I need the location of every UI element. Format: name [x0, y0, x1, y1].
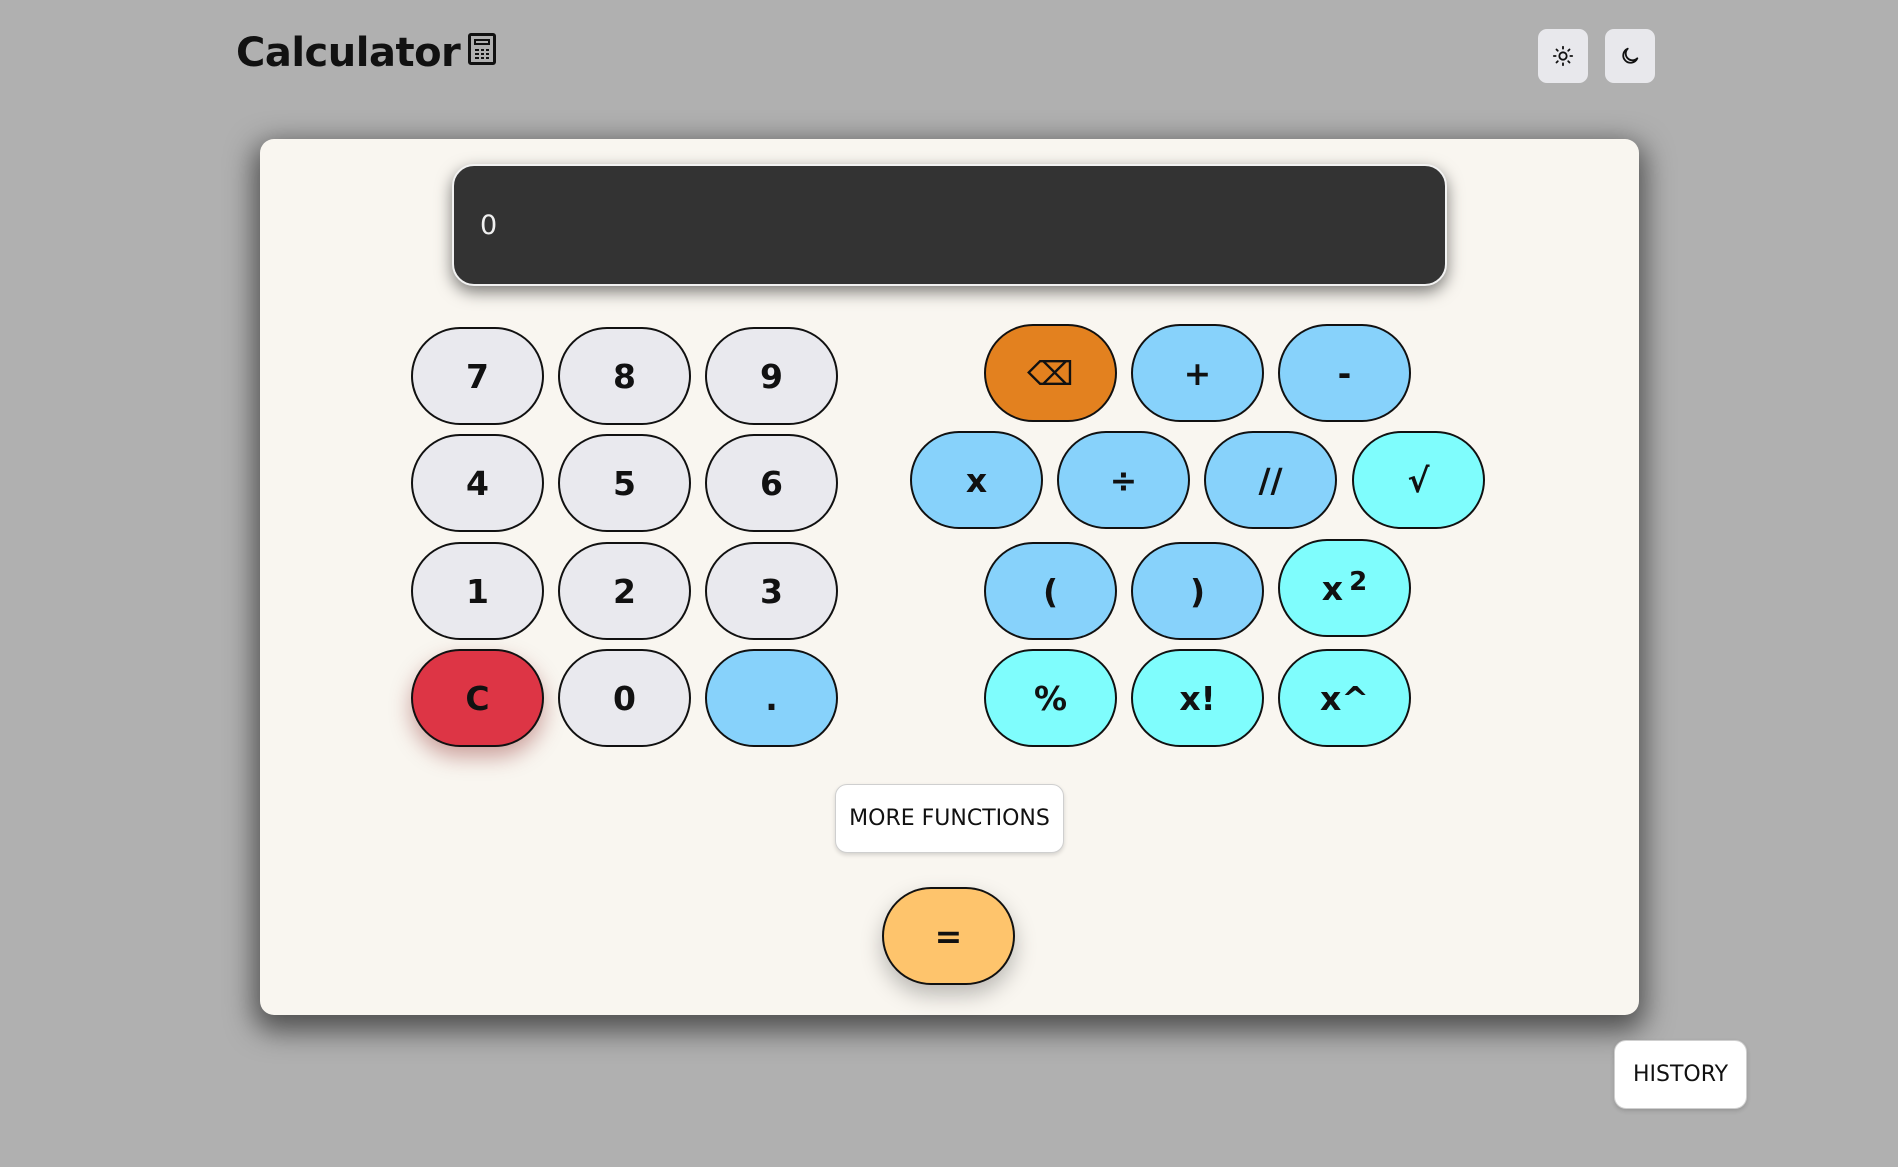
multiply-button[interactable]: x [910, 431, 1043, 529]
key-2[interactable]: 2 [558, 542, 691, 640]
sun-icon [1552, 45, 1574, 67]
close-paren-button[interactable]: ) [1131, 542, 1264, 640]
square-exponent: 2 [1349, 567, 1368, 597]
app-title-text: Calculator [236, 30, 461, 76]
key-5[interactable]: 5 [558, 434, 691, 532]
key-8[interactable]: 8 [558, 327, 691, 425]
key-0[interactable]: 0 [558, 649, 691, 747]
history-button[interactable]: HISTORY [1614, 1040, 1747, 1109]
calculator-icon [468, 33, 497, 65]
key-6[interactable]: 6 [705, 434, 838, 532]
key-4[interactable]: 4 [411, 434, 544, 532]
open-paren-button[interactable]: ( [984, 542, 1117, 640]
light-theme-button[interactable] [1538, 29, 1588, 83]
key-7[interactable]: 7 [411, 327, 544, 425]
floor-divide-button[interactable]: // [1204, 431, 1337, 529]
factorial-button[interactable]: x! [1131, 649, 1264, 747]
minus-button[interactable]: - [1278, 324, 1411, 422]
clear-button[interactable]: C [411, 649, 544, 747]
decimal-point-button[interactable]: . [705, 649, 838, 747]
square-root-button[interactable]: √ [1352, 431, 1485, 529]
display-value: 0 [480, 209, 498, 241]
calculator-panel: 0 7 8 9 4 5 6 1 2 3 C 0 . ⌫ + - x ÷ // √… [260, 139, 1639, 1015]
square-base: x [1321, 568, 1344, 608]
moon-icon [1622, 47, 1639, 64]
app-title: Calculator [236, 30, 497, 76]
dark-theme-button[interactable] [1605, 29, 1655, 83]
key-1[interactable]: 1 [411, 542, 544, 640]
percent-button[interactable]: % [984, 649, 1117, 747]
square-button[interactable]: x2 [1278, 539, 1411, 637]
plus-button[interactable]: + [1131, 324, 1264, 422]
key-3[interactable]: 3 [705, 542, 838, 640]
key-9[interactable]: 9 [705, 327, 838, 425]
result-display: 0 [452, 164, 1447, 286]
divide-button[interactable]: ÷ [1057, 431, 1190, 529]
more-functions-button[interactable]: MORE FUNCTIONS [835, 784, 1064, 853]
backspace-button[interactable]: ⌫ [984, 324, 1117, 422]
power-button[interactable]: x^ [1278, 649, 1411, 747]
equals-button[interactable]: = [882, 887, 1015, 985]
